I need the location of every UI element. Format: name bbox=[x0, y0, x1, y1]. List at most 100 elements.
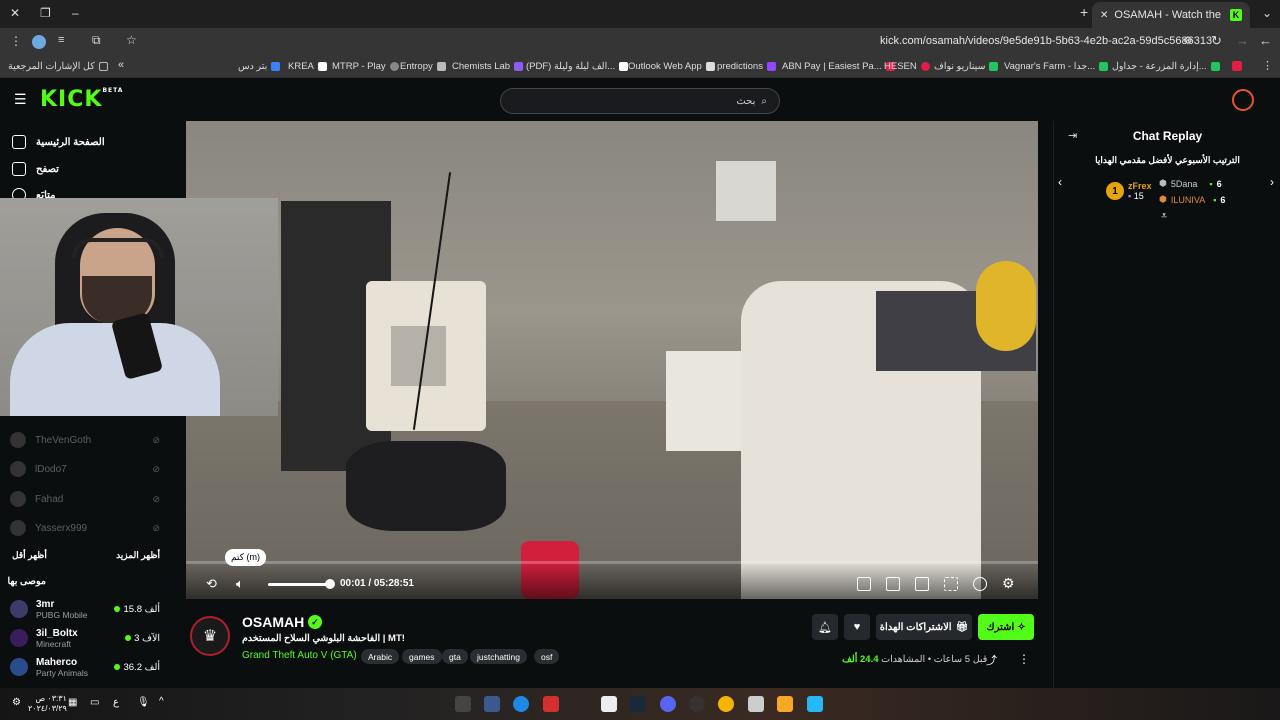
follow-button[interactable]: ♥ bbox=[844, 614, 870, 640]
url-text[interactable]: kick.com/osamah/videos/9e5de91b-5b63-4e2… bbox=[880, 35, 1212, 47]
reload-icon[interactable]: ↻ bbox=[1211, 33, 1222, 49]
language-indicator[interactable]: ع bbox=[113, 697, 119, 708]
bookmark-item[interactable]: HESEN bbox=[884, 61, 930, 72]
heart-icon: ♥ bbox=[853, 621, 861, 633]
bookmark-item[interactable]: ABN Pay | Easiest Pa... bbox=[782, 61, 895, 72]
show-more-link[interactable]: أظهر المزيد bbox=[116, 550, 160, 561]
volume-slider-handle[interactable] bbox=[325, 579, 335, 589]
seek-bar[interactable] bbox=[186, 561, 1038, 564]
network-icon[interactable]: ▦ bbox=[68, 697, 77, 708]
recommended-item[interactable]: 3il_Boltx Minecraft 3 الآف bbox=[10, 624, 160, 652]
capcut-icon[interactable] bbox=[455, 696, 471, 712]
tag-chip[interactable]: gta bbox=[442, 649, 468, 664]
bookmark-item[interactable]: Entropy bbox=[400, 61, 446, 72]
bookmarks-overflow-icon[interactable]: « bbox=[118, 59, 124, 71]
app-red-icon[interactable] bbox=[543, 696, 559, 712]
following-item[interactable]: Yasserx999 ⊘ bbox=[10, 518, 160, 538]
category-link[interactable]: Grand Theft Auto V (GTA) bbox=[242, 650, 357, 661]
browser-tab-active[interactable]: ✕ OSAMAH - Watch the VOD K bbox=[1092, 2, 1250, 28]
gift-icon: 🎁︎ bbox=[955, 621, 969, 633]
sidebar-item-home[interactable]: الصفحة الرئيسية bbox=[0, 131, 172, 153]
browser-menu-icon[interactable]: ⋮ bbox=[10, 34, 22, 48]
share-icon[interactable]: ⤴ bbox=[986, 652, 997, 668]
volume-slider[interactable] bbox=[268, 583, 330, 586]
bookmark-item[interactable]: (PDF) الف ليلة وليلة... bbox=[526, 61, 629, 72]
settings-gear-icon[interactable]: ⚙ bbox=[1002, 575, 1015, 592]
notification-icon[interactable]: ⚙ bbox=[12, 697, 21, 708]
tag-chip[interactable]: Arabic bbox=[361, 649, 400, 664]
recommended-item[interactable]: Maherco Party Animals 36.2 ألف bbox=[10, 653, 160, 681]
hamburger-menu-icon[interactable]: ☰ bbox=[14, 91, 27, 108]
subscribe-button[interactable]: اشترك ✧ bbox=[978, 614, 1034, 640]
theater-mode-icon[interactable] bbox=[915, 577, 929, 591]
site-settings-icon[interactable]: ⚙ bbox=[1183, 34, 1193, 47]
miniplayer-icon[interactable] bbox=[857, 577, 871, 591]
steam-icon[interactable] bbox=[630, 696, 646, 712]
bookmark-item[interactable]: بتر دس bbox=[238, 61, 281, 72]
fullscreen-icon[interactable] bbox=[944, 577, 958, 591]
battery-icon[interactable]: ▭ bbox=[90, 697, 99, 708]
tag-chip[interactable]: osf bbox=[534, 649, 560, 664]
tag-chip[interactable]: games bbox=[402, 649, 442, 664]
recommended-item[interactable]: 3mr PUBG Mobile 15.8 ألف bbox=[10, 595, 160, 623]
back-icon[interactable]: ← bbox=[1259, 33, 1272, 48]
notification-bell-button[interactable]: 🔔︎ bbox=[812, 614, 838, 640]
clock[interactable]: ٠٣:٣١ ص ٢٠٢٤/٠٣/٢٩ bbox=[28, 694, 67, 714]
bookmark-item[interactable]: KREA bbox=[288, 61, 327, 72]
bookmark-all[interactable]: كل الإشارات المرجعية bbox=[8, 61, 108, 72]
discord-icon[interactable] bbox=[660, 696, 676, 712]
calculator-icon[interactable] bbox=[748, 696, 764, 712]
bookmark-item[interactable]: Vagnar's Farm - جدا... bbox=[1004, 61, 1109, 72]
microphone-icon[interactable]: 🎙︎ bbox=[137, 697, 150, 708]
following-item[interactable]: TheVenGoth ⊘ bbox=[10, 430, 160, 450]
following-item[interactable]: lDodo7 ⊘ bbox=[10, 459, 160, 479]
tag-chip[interactable]: justchatting bbox=[470, 649, 527, 664]
bookmark-star-icon[interactable]: ☆ bbox=[126, 33, 137, 47]
channel-name[interactable]: OSAMAH bbox=[242, 614, 304, 630]
new-tab-icon[interactable]: + bbox=[1080, 4, 1088, 20]
restore-window-icon[interactable]: ❐ bbox=[40, 6, 51, 20]
profile-avatar-icon[interactable] bbox=[32, 35, 46, 49]
bookmark-item[interactable]: سيناريو نواف bbox=[934, 61, 999, 72]
clip-icon[interactable] bbox=[886, 577, 900, 591]
bookmark-item[interactable]: MTRP - Play bbox=[332, 61, 399, 72]
bookmarks-more-icon[interactable]: ⋮ bbox=[1262, 59, 1273, 72]
gift-subs-button[interactable]: الاشتراكات الهداة 🎁︎ bbox=[876, 614, 972, 640]
expand-leaderboard-icon[interactable]: ⩡ bbox=[1161, 210, 1167, 223]
windows-search-icon[interactable] bbox=[484, 696, 500, 712]
forward-icon[interactable]: → bbox=[1236, 33, 1249, 48]
obs-icon[interactable] bbox=[689, 696, 705, 712]
show-less-link[interactable]: أظهر أقل bbox=[12, 550, 47, 561]
tab-search-icon[interactable]: ⧉ bbox=[92, 33, 101, 48]
chrome-icon[interactable] bbox=[718, 696, 734, 712]
tab-close-icon[interactable]: ✕ bbox=[1100, 10, 1108, 21]
close-window-icon[interactable]: ✕ bbox=[10, 6, 20, 20]
folder-icon bbox=[98, 62, 108, 71]
youtube-bookmark-icon[interactable] bbox=[1232, 61, 1242, 71]
bookmark-item[interactable]: predictions bbox=[717, 61, 776, 72]
tray-expand-icon[interactable]: ^ bbox=[159, 696, 164, 707]
bookmark-item[interactable]: إدارة المزرعة - جداول... bbox=[1112, 61, 1220, 72]
playback-speed-icon[interactable] bbox=[973, 577, 987, 591]
sidebar-item-browse[interactable]: تصفح bbox=[0, 158, 172, 180]
user-avatar[interactable] bbox=[1232, 89, 1254, 111]
volume-icon[interactable]: 🔈︎ bbox=[236, 576, 244, 592]
notion-icon[interactable] bbox=[601, 696, 617, 712]
rewind-icon[interactable]: ⟲ bbox=[206, 576, 217, 592]
following-item[interactable]: Fahad ⊘ bbox=[10, 489, 160, 509]
more-options-icon[interactable]: ⋮ bbox=[1018, 652, 1030, 666]
edge-icon[interactable] bbox=[513, 696, 529, 712]
extensions-icon[interactable]: ≡ bbox=[58, 34, 64, 46]
video-player[interactable]: ⟲ 🔈︎ 00:01 / 05:28:51 ⚙ bbox=[186, 121, 1038, 599]
windows-start-icon[interactable] bbox=[807, 696, 823, 712]
bookmark-item[interactable]: Chemists Lab bbox=[452, 61, 524, 72]
tab-menu-chevron-icon[interactable]: ⌄ bbox=[1262, 6, 1272, 20]
bookmark-item[interactable]: Outlook Web App bbox=[628, 61, 715, 72]
search-input[interactable]: ⌕ بحث bbox=[500, 88, 780, 114]
leaderboard-prev-icon[interactable]: ‹ bbox=[1058, 175, 1062, 189]
channel-avatar[interactable]: ♛ bbox=[190, 616, 230, 656]
file-explorer-icon[interactable] bbox=[777, 696, 793, 712]
minimize-window-icon[interactable]: – bbox=[72, 6, 79, 20]
leaderboard-next-icon[interactable]: › bbox=[1270, 175, 1274, 189]
kick-logo[interactable]: KICKBETA bbox=[40, 87, 123, 112]
